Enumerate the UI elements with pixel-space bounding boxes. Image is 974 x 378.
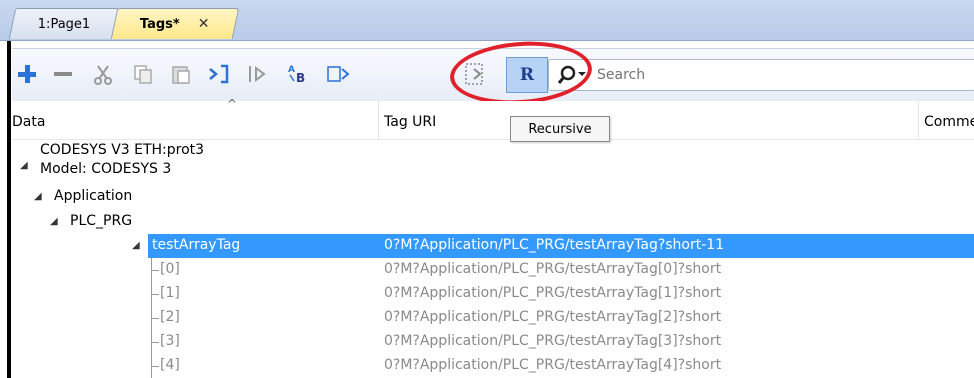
tab-tags[interactable]: Tags* ✕ [110, 8, 240, 39]
column-divider[interactable] [378, 101, 379, 139]
svg-text:B: B [296, 71, 305, 85]
tree-node-label: testArrayTag [152, 237, 241, 253]
tree-connector-line [151, 294, 159, 295]
tag-uri-cell: 0?M?Application/PLC_PRG/testArrayTag[2]?… [384, 309, 722, 325]
tag-tree: ◢ CODESYS V3 ETH:prot3 Model: CODESYS 3 … [12, 140, 974, 378]
tab-page1[interactable]: 1:Page1 [8, 8, 120, 39]
tooltip-recursive: Recursive [510, 116, 610, 142]
tree-node-item-4[interactable]: [4] 0?M?Application/PLC_PRG/testArrayTag… [12, 354, 974, 378]
tree-node-label: [0] [160, 261, 180, 277]
tree-node-item-1[interactable]: [1] 0?M?Application/PLC_PRG/testArrayTag… [12, 282, 974, 306]
search-input[interactable] [595, 66, 959, 84]
root-label-line1: CODESYS V3 ETH:prot3 [40, 142, 205, 158]
collapse-icon[interactable]: ◢ [50, 216, 58, 227]
tree-node-application[interactable]: ◢ Application [12, 185, 974, 209]
tree-node-label: [2] [160, 309, 180, 325]
tree-node-item-2[interactable]: [2] 0?M?Application/PLC_PRG/testArrayTag… [12, 306, 974, 330]
export-icon[interactable] [246, 61, 272, 87]
tree-node-label: PLC_PRG [70, 213, 133, 229]
tag-uri-cell: 0?M?Application/PLC_PRG/testArrayTag[1]?… [384, 285, 722, 301]
tree-node-label: [4] [160, 357, 180, 373]
tab-tags-label: Tags* [140, 16, 180, 32]
tag-uri-cell: 0?M?Application/PLC_PRG/testArrayTag[0]?… [384, 261, 722, 277]
tree-connector-line [151, 318, 159, 319]
copy-icon[interactable] [130, 61, 156, 87]
find-replace-icon[interactable] [326, 61, 352, 87]
column-comment[interactable]: Comment [924, 114, 974, 130]
column-tag-uri[interactable]: Tag URI [384, 114, 436, 130]
tree-node-label: [1] [160, 285, 180, 301]
collapse-icon[interactable]: ◢ [132, 240, 140, 251]
tree-node-plc-prg[interactable]: ◢ PLC_PRG [12, 210, 974, 234]
tag-uri-cell: 0?M?Application/PLC_PRG/testArrayTag[3]?… [384, 333, 722, 349]
close-icon[interactable]: ✕ [198, 16, 210, 32]
window-left-border [7, 0, 11, 378]
tab-strip: 1:Page1 Tags* ✕ [0, 0, 974, 41]
paste-icon[interactable] [168, 61, 194, 87]
column-data[interactable]: Data [12, 114, 45, 130]
tree-connector-line [151, 366, 159, 367]
tag-uri-cell: 0?M?Application/PLC_PRG/testArrayTag[4]?… [384, 357, 722, 373]
sort-caret-icon[interactable]: ^ [227, 97, 237, 111]
tree-connector-line [151, 342, 159, 343]
rename-icon[interactable]: AB [286, 61, 312, 87]
column-header: ^ Data Tag URI Comment [12, 97, 974, 140]
tree-node-item-3[interactable]: [3] 0?M?Application/PLC_PRG/testArrayTag… [12, 330, 974, 354]
column-divider[interactable] [918, 101, 919, 139]
tree-connector-line [151, 270, 159, 271]
svg-text:A: A [288, 65, 295, 75]
tree-node-label: [3] [160, 333, 180, 349]
cut-icon[interactable] [90, 61, 116, 87]
import-icon[interactable] [206, 61, 232, 87]
root-label-line2: Model: CODESYS 3 [40, 161, 172, 177]
search-box[interactable] [548, 59, 974, 91]
tab-page1-label: 1:Page1 [37, 16, 91, 32]
tree-node-root[interactable]: ◢ CODESYS V3 ETH:prot3 Model: CODESYS 3 [12, 140, 974, 182]
tag-uri-cell: 0?M?Application/PLC_PRG/testArrayTag?sho… [384, 237, 725, 253]
tree-node-label: Application [54, 188, 133, 204]
collapse-icon[interactable]: ◢ [20, 160, 28, 171]
tree-node-testarraytag[interactable]: ◢ testArrayTag 0?M?Application/PLC_PRG/t… [12, 234, 974, 258]
collapse-icon[interactable]: ◢ [34, 191, 42, 202]
remove-icon[interactable] [50, 61, 76, 87]
add-icon[interactable] [14, 61, 40, 87]
selected-row-highlight[interactable]: testArrayTag 0?M?Application/PLC_PRG/tes… [148, 234, 974, 258]
tree-node-item-0[interactable]: [0] 0?M?Application/PLC_PRG/testArrayTag… [12, 258, 974, 282]
